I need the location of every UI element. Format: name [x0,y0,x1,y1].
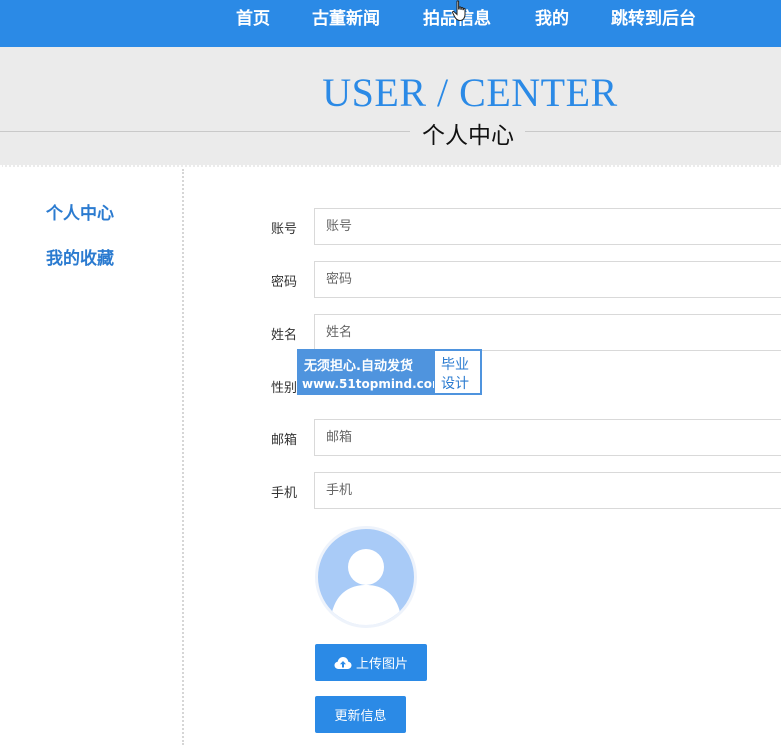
watermark-tag-line1: 毕业 [441,357,469,373]
page-subtitle: 个人中心 [422,123,514,149]
watermark-tag: 毕业 设计 [434,350,481,394]
nav-item-mine[interactable]: 我的 [535,7,569,31]
watermark-badge: 无须担心.自动发货 www.51topmind.com 毕业 设计 [297,349,482,395]
update-info-button[interactable]: 更新信息 [315,696,406,733]
avatar [315,526,417,628]
account-input[interactable] [314,208,781,245]
email-label: 邮箱 [271,433,298,448]
name-input[interactable] [314,314,781,351]
sidebar-divider [182,169,184,745]
user-silhouette-icon [330,549,402,625]
name-label: 姓名 [271,328,298,343]
sidebar-item-profile[interactable]: 个人中心 [46,199,114,224]
nav-item-antique-news[interactable]: 古董新闻 [312,7,380,31]
upload-image-button[interactable]: 上传图片 [315,644,427,681]
sidebar: 个人中心 我的收藏 [0,169,183,745]
watermark-url: www.51topmind.com [302,377,445,391]
watermark-slogan: 无须担心.自动发货 [304,359,413,374]
nav-item-admin[interactable]: 跳转到后台 [611,7,696,31]
sidebar-item-favorites[interactable]: 我的收藏 [46,244,114,269]
password-input[interactable] [314,261,781,298]
page-title: USER / CENTER [322,70,618,115]
page-banner: USER / CENTER 个人中心 [0,47,781,167]
cloud-upload-icon [334,656,352,669]
phone-label: 手机 [271,486,298,501]
nav-item-home[interactable]: 首页 [236,7,270,31]
top-nav-bar: 首页 古董新闻 拍品信息 我的 跳转到后台 [0,0,781,47]
phone-input[interactable] [314,472,781,509]
account-label: 账号 [271,222,298,237]
email-input[interactable] [314,419,781,456]
hand-cursor-icon [452,0,466,22]
update-button-label: 更新信息 [334,709,387,724]
upload-button-label: 上传图片 [355,657,408,672]
password-label: 密码 [271,275,298,290]
watermark-tag-line2: 设计 [441,376,469,392]
watermark-text-block: 无须担心.自动发货 www.51topmind.com [298,350,445,394]
